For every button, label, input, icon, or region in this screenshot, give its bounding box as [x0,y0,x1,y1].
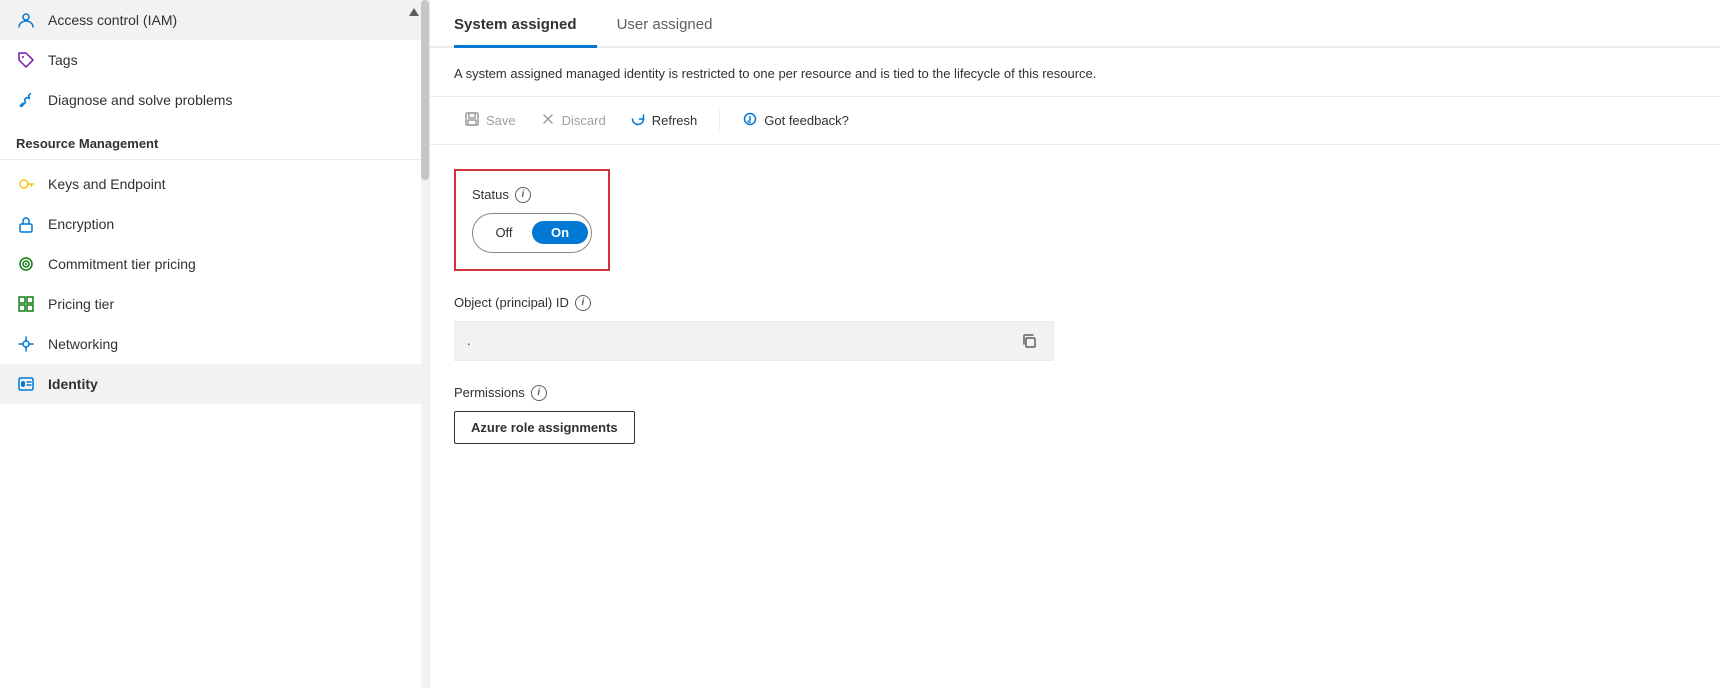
scroll-up-indicator[interactable] [407,0,421,24]
object-id-label-text: Object (principal) ID [454,295,569,310]
refresh-button[interactable]: Refresh [620,105,708,136]
status-section: Status i Off On [454,169,610,271]
status-toggle[interactable]: Off On [472,213,592,253]
sidebar-item-encryption-label: Encryption [48,216,114,232]
sidebar-item-keys-endpoint-label: Keys and Endpoint [48,176,166,192]
toolbar-separator [719,110,720,130]
description-text: A system assigned managed identity is re… [430,48,1720,97]
identity-icon [16,374,36,394]
save-icon [464,111,480,130]
person-icon [16,10,36,30]
toolbar: Save Discard Refresh [430,97,1720,145]
tab-system-assigned[interactable]: System assigned [454,0,597,48]
scrollbar-track [421,0,429,688]
sidebar-item-networking[interactable]: Networking [0,324,429,364]
sidebar-item-diagnose-label: Diagnose and solve problems [48,92,232,108]
feedback-icon [742,111,758,130]
tabs-bar: System assigned User assigned [430,0,1720,48]
save-button[interactable]: Save [454,105,526,136]
sidebar-item-identity[interactable]: Identity [0,364,429,404]
feedback-label: Got feedback? [764,113,849,128]
discard-label: Discard [562,113,606,128]
object-id-value: . [467,333,471,348]
sidebar: Access control (IAM) Tags Diagnose and s… [0,0,430,688]
permissions-label-text: Permissions [454,385,525,400]
permissions-field: Permissions i Azure role assignments [454,385,1696,444]
toggle-on-option[interactable]: On [532,221,588,244]
commitment-tier-icon [16,254,36,274]
pricing-tier-icon [16,294,36,314]
refresh-label: Refresh [652,113,698,128]
refresh-icon [630,111,646,130]
main-content: System assigned User assigned A system a… [430,0,1720,688]
wrench-icon [16,90,36,110]
azure-role-assignments-button[interactable]: Azure role assignments [454,411,635,444]
sidebar-item-commitment-tier-label: Commitment tier pricing [48,256,196,272]
sidebar-item-diagnose[interactable]: Diagnose and solve problems [0,80,429,120]
permissions-info-icon[interactable]: i [531,385,547,401]
sidebar-item-encryption[interactable]: Encryption [0,204,429,244]
object-id-label-row: Object (principal) ID i [454,295,1696,311]
sidebar-item-access-control[interactable]: Access control (IAM) [0,0,429,40]
network-icon [16,334,36,354]
sidebar-item-networking-label: Networking [48,336,118,352]
feedback-button[interactable]: Got feedback? [732,105,859,136]
sidebar-item-pricing-tier-label: Pricing tier [48,296,114,312]
sidebar-item-tags-label: Tags [48,52,78,68]
save-label: Save [486,113,516,128]
form-content: Status i Off On Object (principal) ID i … [430,145,1720,688]
sidebar-item-access-control-label: Access control (IAM) [48,12,177,28]
permissions-label-row: Permissions i [454,385,1696,401]
scrollbar-thumb[interactable] [421,0,429,180]
sidebar-item-tags[interactable]: Tags [0,40,429,80]
sidebar-item-pricing-tier[interactable]: Pricing tier [0,284,429,324]
object-id-info-icon[interactable]: i [575,295,591,311]
object-id-input: . [454,321,1054,361]
status-label-text: Status [472,187,509,202]
tab-user-assigned[interactable]: User assigned [597,0,733,48]
lock-icon [16,214,36,234]
status-label-row: Status i [472,187,592,203]
sidebar-item-keys-endpoint[interactable]: Keys and Endpoint [0,164,429,204]
sidebar-item-commitment-tier[interactable]: Commitment tier pricing [0,244,429,284]
status-info-icon[interactable]: i [515,187,531,203]
copy-object-id-button[interactable] [1017,329,1041,353]
toggle-off-option[interactable]: Off [476,221,532,244]
discard-icon [540,111,556,130]
resource-management-header: Resource Management [0,120,429,160]
discard-button[interactable]: Discard [530,105,616,136]
key-icon [16,174,36,194]
scroll-up-arrow [409,8,419,16]
object-id-field: Object (principal) ID i . [454,295,1696,361]
toggle-container: Off On [472,213,592,253]
tag-icon [16,50,36,70]
sidebar-item-identity-label: Identity [48,376,98,392]
